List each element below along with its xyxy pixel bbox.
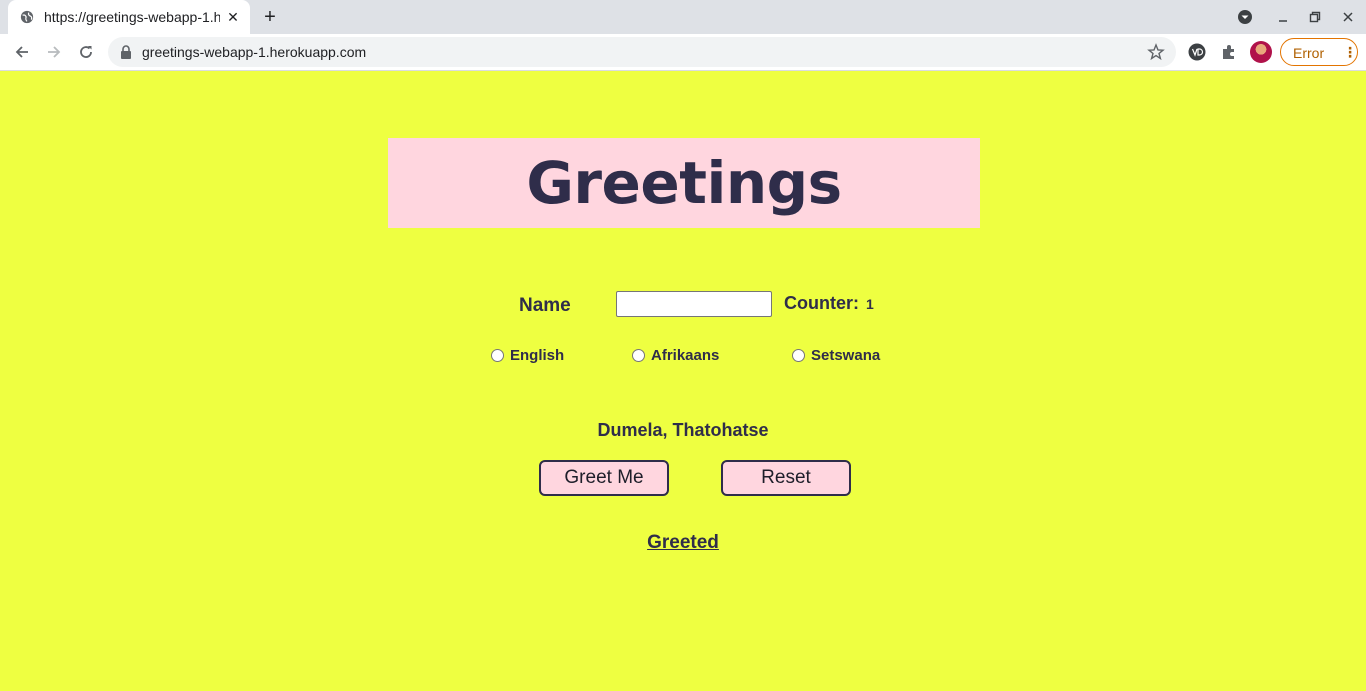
restore-icon[interactable]: [1306, 8, 1324, 26]
error-label: Error: [1293, 45, 1325, 61]
name-label: Name: [519, 295, 571, 316]
radio-afrikaans-label[interactable]: Afrikaans: [651, 347, 719, 364]
page-content: Greetings Name Counter: 1 English Afrika…: [0, 72, 1366, 691]
lock-icon[interactable]: [120, 45, 132, 59]
greet-me-button[interactable]: Greet Me: [539, 460, 669, 496]
counter-label: Counter:: [784, 293, 859, 313]
new-tab-button[interactable]: +: [258, 6, 282, 28]
radio-afrikaans-option[interactable]: Afrikaans: [632, 347, 719, 364]
tab-search-icon[interactable]: [1236, 8, 1254, 26]
greeting-message: Dumela, Thatohatse: [597, 420, 769, 440]
address-bar[interactable]: greetings-webapp-1.herokuapp.com: [108, 37, 1176, 67]
close-window-icon[interactable]: [1339, 8, 1357, 26]
tab-close-icon[interactable]: ✕: [225, 9, 241, 25]
greeted-link[interactable]: Greeted: [0, 532, 1366, 554]
tab-title: https://greetings-webapp-1.herokuapp.com: [44, 9, 220, 25]
url-text[interactable]: greetings-webapp-1.herokuapp.com: [142, 44, 366, 60]
extension-vd-icon[interactable]: [1187, 42, 1207, 62]
radio-english[interactable]: [491, 349, 504, 362]
browser-tab[interactable]: https://greetings-webapp-1.herokuapp.com…: [8, 0, 250, 34]
page-title: Greetings: [526, 149, 842, 217]
browser-toolbar: greetings-webapp-1.herokuapp.com Error ⋮: [0, 34, 1366, 71]
back-arrow-icon[interactable]: [10, 40, 34, 64]
globe-icon: [20, 10, 34, 24]
radio-english-option[interactable]: English: [491, 347, 564, 364]
radio-setswana-label[interactable]: Setswana: [811, 347, 880, 364]
radio-afrikaans[interactable]: [632, 349, 645, 362]
minimize-icon[interactable]: [1274, 8, 1292, 26]
radio-setswana-option[interactable]: Setswana: [792, 347, 880, 364]
puzzle-icon[interactable]: [1219, 42, 1239, 62]
counter-value: 1: [866, 296, 874, 312]
reset-button[interactable]: Reset: [721, 460, 851, 496]
radio-setswana[interactable]: [792, 349, 805, 362]
browser-tab-strip: https://greetings-webapp-1.herokuapp.com…: [0, 0, 1366, 34]
profile-error-button[interactable]: Error ⋮: [1280, 38, 1358, 66]
reload-icon[interactable]: [74, 40, 98, 64]
profile-avatar[interactable]: [1250, 41, 1272, 63]
radio-english-label[interactable]: English: [510, 347, 564, 364]
forward-arrow-icon[interactable]: [42, 40, 66, 64]
more-vert-icon[interactable]: ⋮: [1343, 44, 1357, 60]
star-icon[interactable]: [1147, 43, 1165, 61]
title-banner: Greetings: [388, 138, 980, 228]
name-input[interactable]: [616, 291, 772, 317]
